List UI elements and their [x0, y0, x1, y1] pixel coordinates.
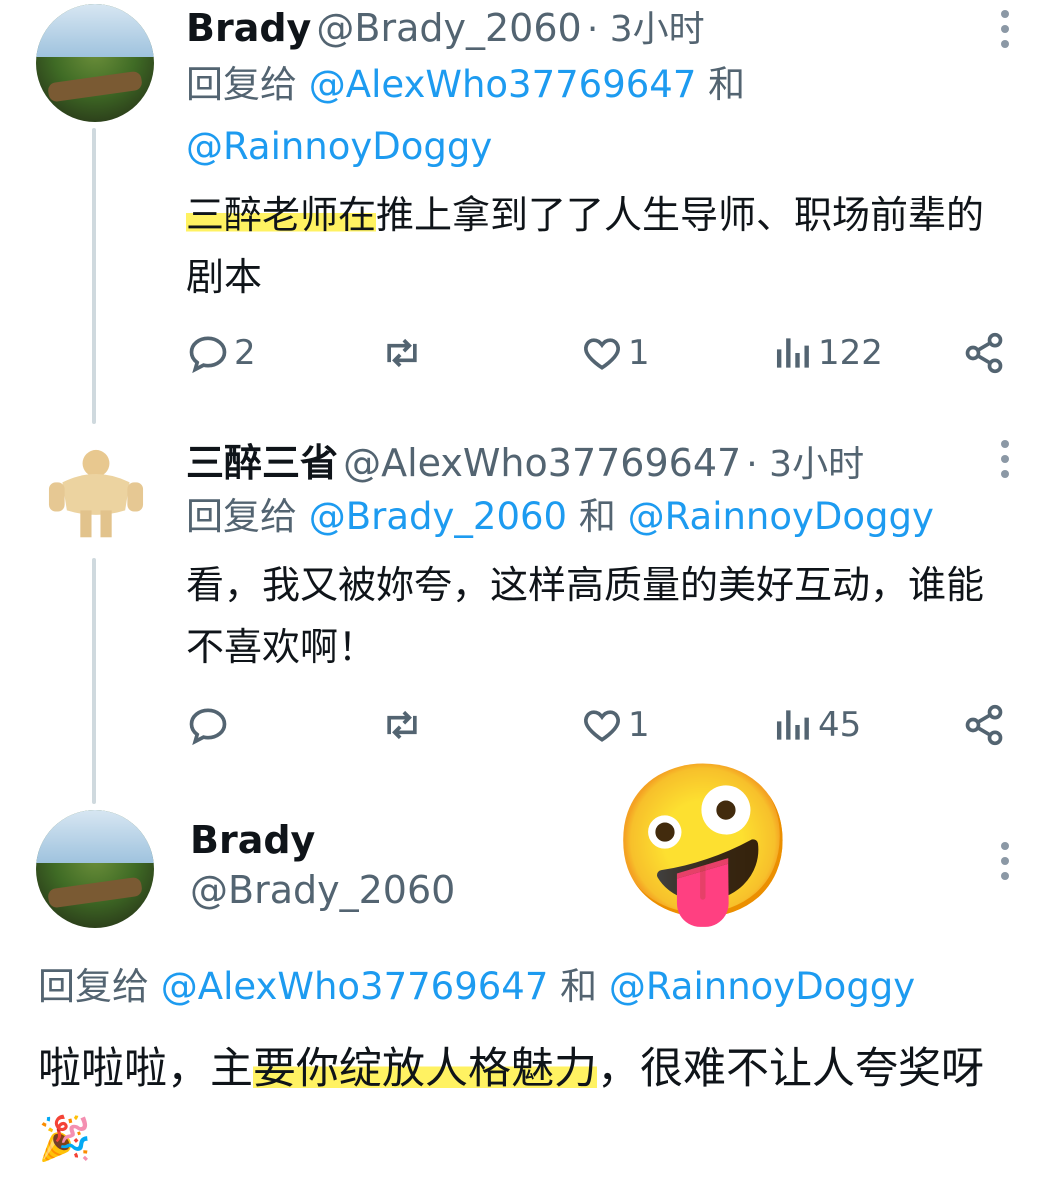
heart-icon	[584, 710, 620, 742]
mention-link[interactable]: @Brady_2060	[309, 495, 567, 538]
reply-button[interactable]	[186, 700, 234, 750]
timestamp[interactable]: · 3小时	[587, 9, 705, 50]
mention-link[interactable]: @AlexWho37769647	[161, 965, 549, 1008]
like-button[interactable]: 1	[580, 328, 650, 378]
party-emoji: 🎉	[38, 1114, 92, 1164]
mention-link[interactable]: @RainnoyDoggy	[609, 965, 915, 1008]
author-name[interactable]: Brady	[186, 6, 311, 50]
mention-link[interactable]: @RainnoyDoggy	[628, 495, 934, 538]
avatar-brady[interactable]	[36, 810, 154, 928]
tweet-2-text: 看，我又被妳夸，这样高质量的美好互动，谁能不喜欢啊！	[186, 563, 985, 669]
main-tweet-text: 啦啦啦，主要你绽放人格魅力，很难不让人夸奖呀🎉	[38, 1044, 984, 1164]
views-icon	[776, 710, 809, 740]
more-icon[interactable]	[1000, 842, 1010, 887]
share-button[interactable]	[962, 700, 1006, 750]
retweet-icon	[387, 338, 417, 368]
thread-line-1	[92, 128, 96, 424]
like-button[interactable]: 1	[580, 700, 650, 750]
tweet-1-text: 三醉老师在推上拿到了了人生导师、职场前辈的剧本	[186, 193, 985, 299]
heart-icon	[584, 338, 620, 370]
reply-icon	[189, 336, 227, 374]
sticker-emoji: 🤪	[610, 755, 797, 929]
share-icon	[965, 332, 1003, 374]
views-button[interactable]: 45	[770, 700, 861, 750]
thread-line-2	[92, 558, 96, 804]
share-button[interactable]	[962, 328, 1006, 378]
author-handle[interactable]: @AlexWho37769647	[343, 441, 741, 485]
more-icon[interactable]	[1000, 440, 1010, 485]
mention-link[interactable]: @RainnoyDoggy	[186, 125, 492, 168]
tweet-1-header: Brady @Brady_2060 · 3小时	[186, 0, 705, 52]
reply-button[interactable]: 2	[186, 328, 256, 378]
reply-icon	[189, 708, 227, 746]
more-icon[interactable]	[1000, 10, 1010, 55]
views-icon	[776, 338, 809, 368]
avatar-doge[interactable]	[40, 432, 152, 544]
retweet-button[interactable]	[380, 328, 424, 378]
retweet-button[interactable]	[380, 700, 424, 750]
tweet-2-header: 三醉三省 @AlexWho37769647 · 3小时	[186, 432, 864, 487]
share-icon	[965, 704, 1003, 746]
mention-link[interactable]: @AlexWho37769647	[309, 63, 697, 106]
timestamp[interactable]: · 3小时	[746, 444, 864, 485]
reply-to-line: 回复给 @Brady_2060 和 @RainnoyDoggy	[186, 495, 934, 538]
author-name[interactable]: 三醉三省	[186, 441, 338, 485]
author-handle[interactable]: @Brady_2060	[316, 6, 581, 50]
avatar-brady[interactable]	[36, 4, 154, 122]
reply-to-line: 回复给 @AlexWho37769647 和 @RainnoyDoggy	[38, 965, 916, 1008]
author-handle[interactable]: @Brady_2060	[190, 868, 455, 912]
retweet-icon	[387, 710, 417, 740]
views-button[interactable]: 122	[770, 328, 883, 378]
reply-to-line: 回复给 @AlexWho37769647 和 @RainnoyDoggy	[186, 63, 746, 168]
author-name[interactable]: Brady	[190, 818, 315, 862]
